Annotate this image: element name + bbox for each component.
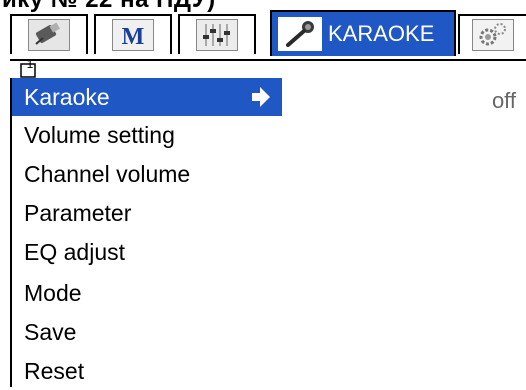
menu-item-volume-setting[interactable]: Volume setting	[12, 116, 175, 154]
arrow-right-icon	[252, 87, 270, 107]
karaoke-menu: Karaoke Volume setting Channel volume Pa…	[10, 78, 526, 387]
m-logo-icon: M	[112, 19, 154, 51]
menu-item-label: EQ adjust	[24, 238, 125, 265]
svg-text:M: M	[122, 24, 145, 49]
menu-item-label: Volume setting	[24, 121, 175, 148]
gear-icon	[472, 19, 514, 51]
tab-media[interactable]: M	[94, 14, 172, 54]
menu-item-mode[interactable]: Mode	[12, 274, 82, 312]
menu-item-save[interactable]: Save	[12, 313, 76, 351]
tab-bar-divider	[10, 59, 526, 61]
tab-usb[interactable]	[10, 14, 88, 54]
menu-item-label: Reset	[24, 357, 85, 384]
tab-settings[interactable]	[458, 14, 526, 54]
usb-icon	[28, 19, 70, 51]
mixer-icon	[196, 19, 238, 51]
menu-pointer-marker: 1	[20, 57, 38, 78]
menu-item-label: Karaoke	[24, 83, 110, 110]
tab-bar: M KARAOKE	[0, 0, 526, 61]
microphone-icon	[278, 17, 322, 51]
tab-karaoke[interactable]: KARAOKE	[270, 10, 456, 56]
menu-item-parameter[interactable]: Parameter	[12, 194, 131, 232]
menu-item-label: Mode	[24, 279, 82, 306]
menu-item-label: Save	[24, 318, 77, 345]
karaoke-value: off	[491, 88, 516, 113]
menu-pointer-number: 1	[27, 58, 34, 71]
menu-item-label: Channel volume	[24, 160, 191, 187]
menu-item-reset[interactable]: Reset	[12, 352, 84, 390]
menu-item-eq-adjust[interactable]: EQ adjust	[12, 233, 125, 271]
tab-karaoke-label: KARAOKE	[328, 21, 435, 46]
menu-item-karaoke[interactable]: Karaoke	[12, 78, 282, 116]
tab-mixer[interactable]	[178, 14, 256, 54]
menu-item-label: Parameter	[24, 199, 132, 226]
menu-item-channel-volume[interactable]: Channel volume	[12, 155, 190, 193]
